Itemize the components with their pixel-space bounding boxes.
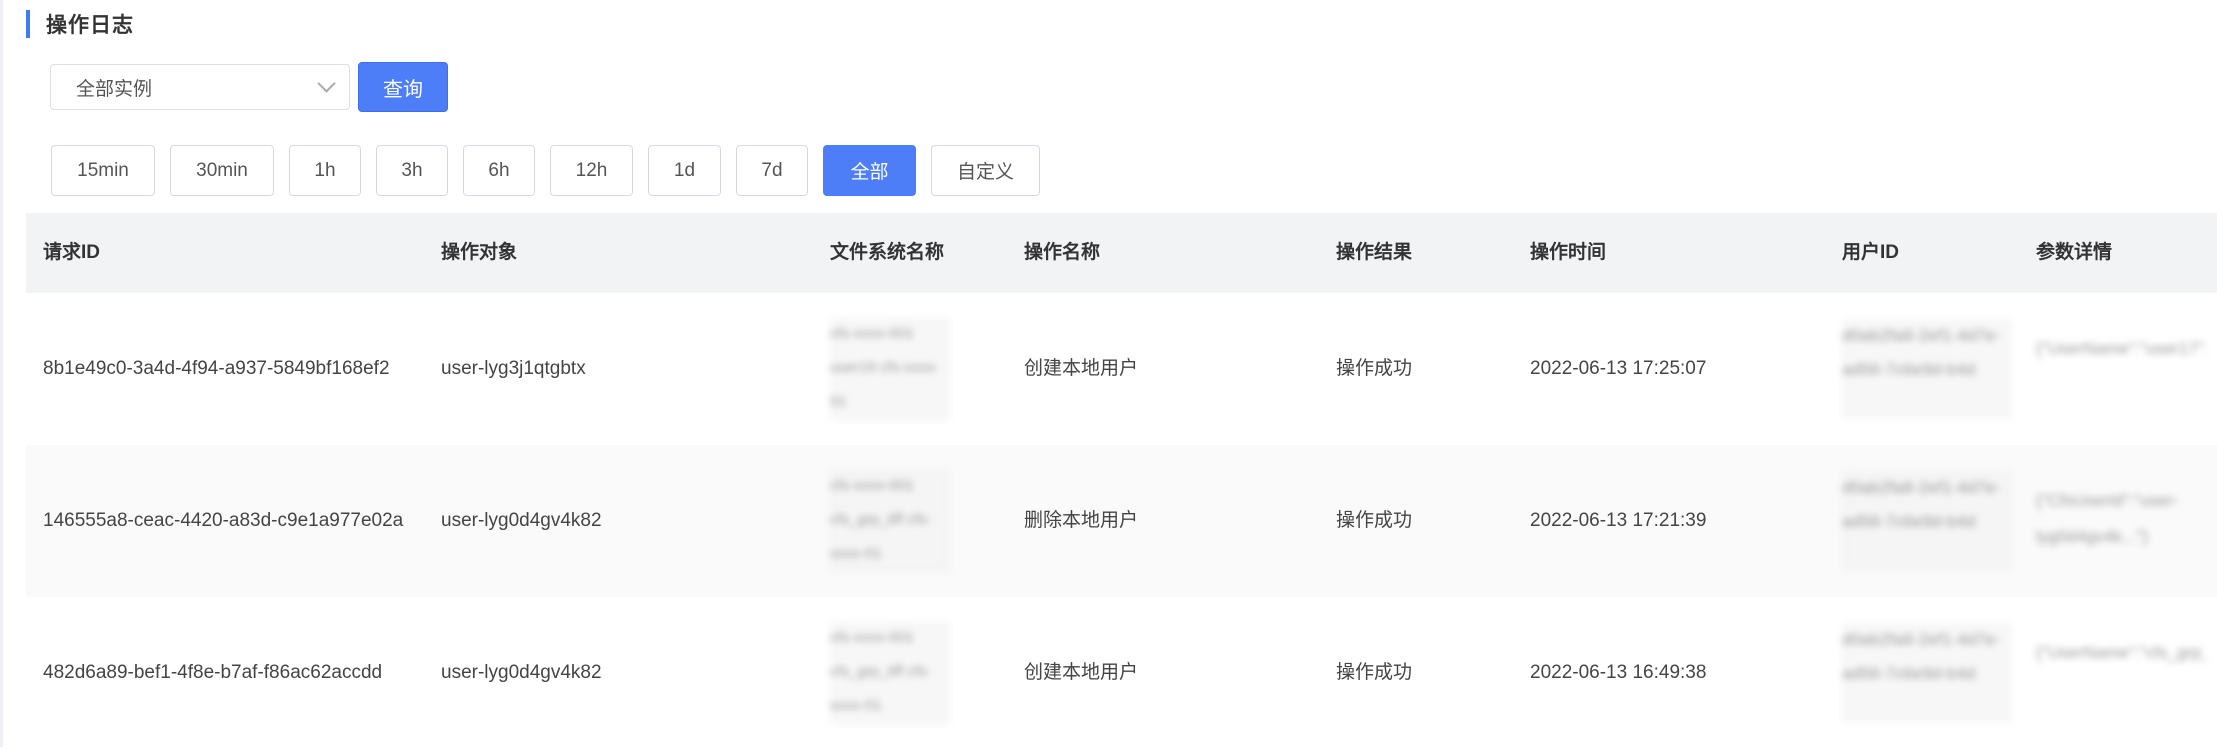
cell-filesystem: cfs-xxxx-001 cfs_grp_tiff cfs-xxxx-01 [830,469,950,573]
left-edge-divider [0,0,3,747]
cell-action: 创建本地用户 [1024,662,1139,683]
cell-params: {"UserName":"cfs_grp_tiff","Usert... [2036,643,2206,662]
column-header-user-id: 用户ID [1842,242,1900,263]
query-toolbar: 全部实例 查询 [50,62,448,112]
cell-user-id: d0ab2fa8-2ef1-4d7e-ad56-7c6e9d-b4d [1842,623,2012,723]
column-header-request-id: 请求ID [43,242,101,263]
cell-target: user-lyg0d4gv4k82 [441,510,602,531]
cell-filesystem: cfs-xxxx-001 user19 cfs-xxxx-01 [830,317,950,421]
query-button[interactable]: 查询 [358,62,448,112]
chevron-down-icon [317,73,336,93]
column-header-params: 参数详情 [2036,242,2113,263]
cell-user-id: d0ab2fa8-2ef1-4d7e-ad56-7c6e9d-b4d [1842,471,2012,571]
table-row: 146555a8-ceac-4420-a83d-c9e1a977e02a use… [26,445,2217,597]
cell-time: 2022-06-13 17:25:07 [1530,358,1707,379]
instance-select[interactable]: 全部实例 [50,64,350,110]
time-range-3h-button[interactable]: 3h [376,145,448,196]
cell-target: user-lyg3j1qtgbtx [441,358,586,379]
column-header-target: 操作对象 [441,242,518,263]
cell-request-id: 8b1e49c0-3a4d-4f94-a937-5849bf168ef2 [43,358,390,379]
time-range-15min-button[interactable]: 15min [51,145,155,196]
column-header-time: 操作时间 [1530,242,1607,263]
cell-request-id: 482d6a89-bef1-4f8e-b7af-f86ac62accdd [43,662,383,683]
cell-result: 操作成功 [1336,510,1413,531]
cell-result: 操作成功 [1336,358,1413,379]
time-range-30min-button[interactable]: 30min [170,145,274,196]
time-range-1h-button[interactable]: 1h [289,145,361,196]
operation-log-table: 请求ID 操作对象 文件系统名称 操作名称 操作结果 操作时间 用户ID 参数详… [26,213,2217,749]
table-header: 请求ID 操作对象 文件系统名称 操作名称 操作结果 操作时间 用户ID 参数详… [26,213,2217,293]
title-accent-bar [26,10,30,38]
cell-time: 2022-06-13 17:21:39 [1530,510,1707,531]
cell-user-id: d0ab2fa8-2ef1-4d7e-ad56-7c6e9d-b4d [1842,319,2012,419]
cell-target: user-lyg0d4gv4k82 [441,662,602,683]
time-range-selector: 15min 30min 1h 3h 6h 12h 1d 7d 全部 自定义 [51,145,1055,196]
column-header-result: 操作结果 [1336,242,1413,263]
time-range-7d-button[interactable]: 7d [736,145,808,196]
column-header-filesystem: 文件系统名称 [830,242,945,263]
cell-action: 删除本地用户 [1024,510,1139,531]
page-title: 操作日志 [46,14,134,37]
column-header-action: 操作名称 [1024,242,1101,263]
time-range-6h-button[interactable]: 6h [463,145,535,196]
cell-params: {"CfsUserId":"user-lyg0d4gv4k..."} [2036,491,2179,546]
cell-filesystem: cfs-xxxx-001 cfs_grp_tiff cfs-xxxx-01 [830,621,950,725]
table-row: 482d6a89-bef1-4f8e-b7af-f86ac62accdd use… [26,597,2217,749]
time-range-all-button[interactable]: 全部 [823,145,916,196]
instance-select-value: 全部实例 [76,78,153,100]
cell-time: 2022-06-13 16:49:38 [1530,662,1707,683]
time-range-1d-button[interactable]: 1d [648,145,721,196]
cell-request-id: 146555a8-ceac-4420-a83d-c9e1a977e02a [43,510,404,531]
time-range-custom-button[interactable]: 自定义 [931,145,1040,196]
time-range-12h-button[interactable]: 12h [550,145,633,196]
cell-action: 创建本地用户 [1024,358,1139,379]
page-header: 操作日志 [26,10,134,38]
cell-params: {"UserName":"user17","UserId":... [2036,339,2206,358]
table-row: 8b1e49c0-3a4d-4f94-a937-5849bf168ef2 use… [26,293,2217,445]
cell-result: 操作成功 [1336,662,1413,683]
